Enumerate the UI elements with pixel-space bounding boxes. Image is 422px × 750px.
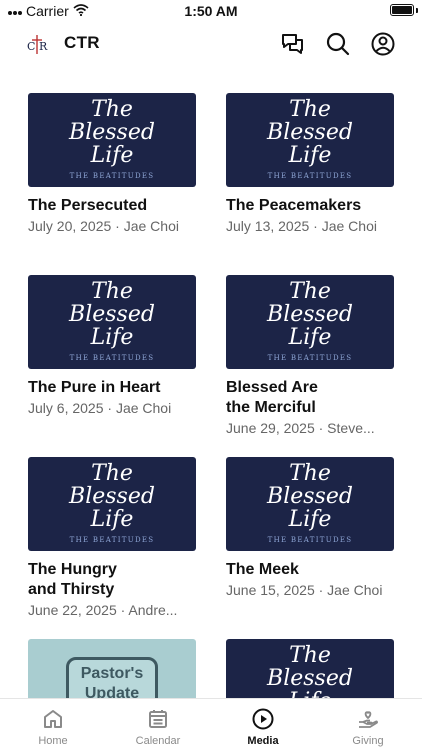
media-card-blessed-life[interactable]: The Blessed Life THE BEATITUDES [226, 639, 396, 698]
media-meta: July 13, 2025 · Jae Choi [226, 218, 377, 234]
tab-media[interactable]: Media [218, 707, 308, 747]
media-title: The Persecuted [28, 197, 148, 214]
sermon-thumbnail: The Blessed Life THE BEATITUDES [28, 93, 196, 187]
app-header: C R CTR [0, 22, 422, 66]
media-meta: June 15, 2025 · Jae Choi [226, 582, 383, 598]
sermon-thumbnail: The Blessed Life THE BEATITUDES [226, 639, 394, 698]
sermon-thumbnail: The Blessed Life THE BEATITUDES [226, 275, 394, 369]
search-icon[interactable] [325, 31, 351, 57]
svg-text:R: R [39, 40, 48, 53]
tab-label-giving: Giving [352, 735, 384, 747]
giving-hand-icon [359, 711, 378, 728]
media-grid: The Blessed Life THE BEATITUDES The Pers… [0, 66, 422, 698]
pastor-board: Pastor's Update [66, 657, 158, 698]
sermon-thumbnail: The Blessed Life THE BEATITUDES [226, 93, 394, 187]
sermon-thumbnail: The Blessed Life THE BEATITUDES [28, 457, 196, 551]
tab-label-media: Media [247, 735, 279, 747]
media-meta: July 20, 2025 · Jae Choi [28, 218, 179, 234]
app-title: CTR [64, 33, 100, 52]
media-meta: July 6, 2025 · Jae Choi [28, 400, 172, 416]
tab-label-calendar: Calendar [135, 735, 181, 747]
media-card-hungry-thirsty[interactable]: The Blessed Life THE BEATITUDES The Hung… [28, 457, 198, 619]
play-circle-icon [252, 708, 274, 730]
tab-home[interactable]: Home [8, 707, 98, 747]
media-title: The Meek [226, 561, 299, 578]
media-title: The Pure in Heart [28, 379, 161, 396]
sermon-thumbnail: The Blessed Life THE BEATITUDES [28, 275, 196, 369]
sermon-thumbnail: The Blessed Life THE BEATITUDES [226, 457, 394, 551]
tab-giving[interactable]: Giving [323, 707, 413, 747]
battery-nub [416, 8, 418, 13]
chat-icon[interactable] [280, 31, 306, 57]
media-title: The Hungry and Thirsty [28, 561, 117, 598]
pastors-update-thumbnail: Pastor's Update [28, 639, 196, 698]
tab-label-home: Home [38, 735, 68, 747]
battery-icon [390, 4, 414, 16]
media-title: The Peacemakers [226, 197, 362, 214]
calendar-icon [149, 710, 167, 728]
media-card-pure-in-heart[interactable]: The Blessed Life THE BEATITUDES The Pure… [28, 275, 198, 417]
media-title: Blessed Are the Merciful [226, 379, 318, 416]
media-card-peacemakers[interactable]: The Blessed Life THE BEATITUDES The Peac… [226, 93, 396, 235]
media-card-merciful[interactable]: The Blessed Life THE BEATITUDES Blessed … [226, 275, 396, 437]
status-bar: Carrier 1:50 AM [0, 0, 422, 22]
tab-bar: Home Calendar Media Giving [0, 698, 422, 750]
media-card-pastors-update[interactable]: Pastor's Update [28, 639, 198, 698]
profile-icon[interactable] [370, 31, 396, 57]
home-icon [44, 710, 62, 728]
status-time: 1:50 AM [184, 3, 238, 19]
media-meta: June 29, 2025 · Steve... [226, 420, 375, 436]
media-card-persecuted[interactable]: The Blessed Life THE BEATITUDES The Pers… [28, 93, 198, 235]
media-card-meek[interactable]: The Blessed Life THE BEATITUDES The Meek… [226, 457, 396, 599]
church-logo-icon: C R [26, 32, 50, 56]
media-meta: June 22, 2025 · Andre... [28, 602, 178, 618]
tab-calendar[interactable]: Calendar [113, 707, 203, 747]
svg-text:C: C [27, 40, 35, 53]
